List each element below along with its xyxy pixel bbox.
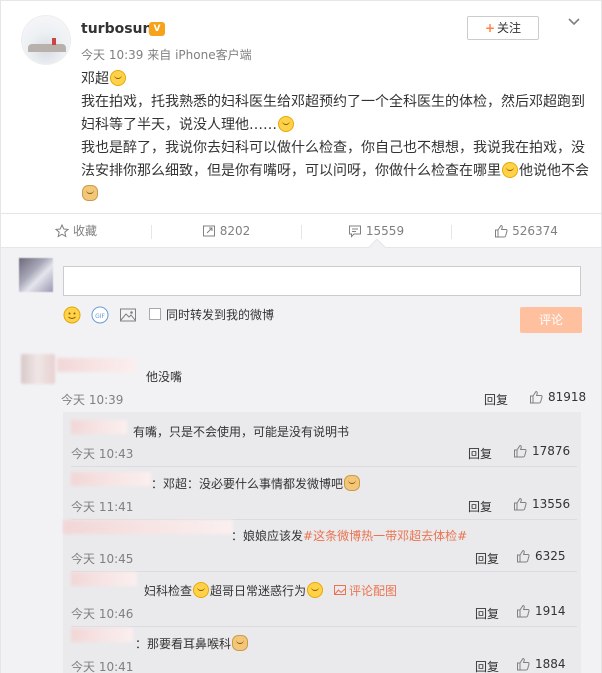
commenter-avatar[interactable]	[21, 354, 55, 384]
repost-button[interactable]: 8202	[151, 214, 301, 248]
comment-section: GIF 同时转发到我的微博 评论 他没嘴 今天 10:39 回复 81918 有…	[1, 247, 601, 673]
reply-button[interactable]: 回复	[468, 445, 492, 462]
sub-comment-text: ：娘娘应该发#这条微博热一带邓超去体检#	[231, 529, 468, 543]
author-name[interactable]: turbosun	[81, 21, 152, 37]
thumbs-up-icon	[514, 444, 527, 458]
sub-comment-time: 今天 11:41	[71, 500, 134, 514]
comment-like-button[interactable]: 17876	[513, 444, 570, 458]
sub-commenter-name[interactable]	[71, 472, 151, 486]
post-meta: 今天 10:39 来自 iPhone客户端	[81, 46, 252, 63]
current-user-avatar	[19, 258, 53, 292]
thumbs-up-icon	[514, 497, 527, 511]
comment-input[interactable]	[63, 266, 581, 296]
sub-commenter-name[interactable]	[63, 520, 233, 534]
like-button[interactable]: 526374	[451, 214, 601, 248]
thumbs-up-icon	[517, 604, 530, 618]
reply-button[interactable]: 回复	[475, 658, 499, 673]
comment-icon	[348, 225, 361, 238]
repost-checkbox[interactable]	[149, 308, 161, 320]
thumbs-up-icon	[530, 390, 543, 404]
reply-button[interactable]: 回复	[475, 605, 499, 622]
post-line-3-tail: 他说他不会	[519, 163, 589, 179]
sub-commenter-name[interactable]	[71, 572, 137, 586]
sub-comment-time: 今天 10:41	[71, 660, 134, 673]
post-source[interactable]: iPhone客户端	[175, 48, 252, 62]
image-icon	[334, 585, 347, 595]
source-prefix: 来自	[147, 48, 172, 62]
comment-like-button[interactable]: 1914	[516, 604, 566, 618]
post-line-1: 邓超	[81, 71, 109, 87]
sub-comment-text: 有嘴，只是不会使用，可能是没有说明书	[133, 425, 350, 439]
reply-button[interactable]: 回复	[468, 498, 492, 515]
grin-emoji-icon	[307, 582, 324, 598]
submit-comment-button[interactable]: 评论	[520, 307, 582, 333]
vip-badge-icon: V	[149, 22, 165, 36]
weibo-post-card: turbosun V 今天 10:39 来自 iPhone客户端 + 关注 邓超 …	[0, 0, 602, 673]
grin-emoji-icon	[278, 116, 294, 132]
comment-like-button[interactable]: 81918	[529, 390, 586, 404]
doge-emoji-icon	[82, 185, 98, 201]
star-icon	[54, 223, 70, 238]
reply-button[interactable]: 回复	[484, 391, 508, 408]
post-line-2: 我在拍戏，托我熟悉的妇科医生给邓超预约了一个全科医生的体检，然后邓超跑到妇科等了…	[81, 94, 585, 133]
sub-comment-time: 今天 10:45	[71, 552, 134, 566]
laugh-emoji-icon	[110, 70, 126, 86]
plus-icon: +	[484, 21, 496, 35]
author-avatar[interactable]	[21, 15, 71, 65]
comment-like-button[interactable]: 1884	[516, 657, 566, 671]
sub-comment-text: ：邓超：没必要什么事情都发微博吧	[151, 475, 361, 492]
image-icon[interactable]	[119, 306, 137, 324]
post-content: 邓超 我在拍戏，托我熟悉的妇科医生给邓超预约了一个全科医生的体检，然后邓超跑到妇…	[81, 68, 591, 206]
sub-commenter-name[interactable]	[71, 628, 133, 642]
laugh-emoji-icon	[193, 582, 210, 598]
thumbs-up-icon	[517, 657, 530, 671]
post-time[interactable]: 今天 10:39	[81, 48, 143, 62]
sub-comment-text: ：那要看耳鼻喉科	[135, 635, 249, 652]
hashtag-link[interactable]: #这条微博热一带邓超去体检#	[303, 529, 467, 543]
comment-image-link[interactable]: 评论配图	[349, 584, 397, 598]
svg-text:GIF: GIF	[95, 313, 105, 320]
comment-like-button[interactable]: 6325	[516, 549, 566, 563]
sub-commenter-name[interactable]	[71, 420, 127, 434]
comment-text: 他没嘴	[146, 370, 183, 384]
doge-emoji-icon	[344, 475, 361, 491]
comment-like-button[interactable]: 13556	[513, 497, 570, 511]
thumbs-up-icon	[517, 549, 530, 563]
follow-button[interactable]: + 关注	[467, 16, 539, 40]
thumbs-up-icon	[495, 224, 508, 238]
doge-emoji-icon	[232, 635, 249, 651]
repost-label: 同时转发到我的微博	[166, 308, 275, 322]
chevron-down-icon[interactable]	[567, 15, 581, 29]
sub-comment-text: 妇科检查 超哥日常迷惑行为 评论配图	[144, 582, 398, 598]
emoji-icon[interactable]	[63, 306, 81, 324]
favorite-button[interactable]: 收藏	[1, 214, 151, 248]
gif-icon[interactable]: GIF	[91, 306, 109, 324]
commenter-name[interactable]	[57, 358, 137, 372]
comment-time: 今天 10:39	[61, 393, 124, 407]
sub-comment-time: 今天 10:43	[71, 447, 134, 461]
reply-button[interactable]: 回复	[475, 550, 499, 567]
sub-comment-time: 今天 10:46	[71, 607, 134, 621]
laugh-emoji-icon	[502, 162, 518, 178]
action-bar: 收藏 8202 15559 526374	[1, 213, 601, 247]
repost-icon	[202, 225, 215, 237]
